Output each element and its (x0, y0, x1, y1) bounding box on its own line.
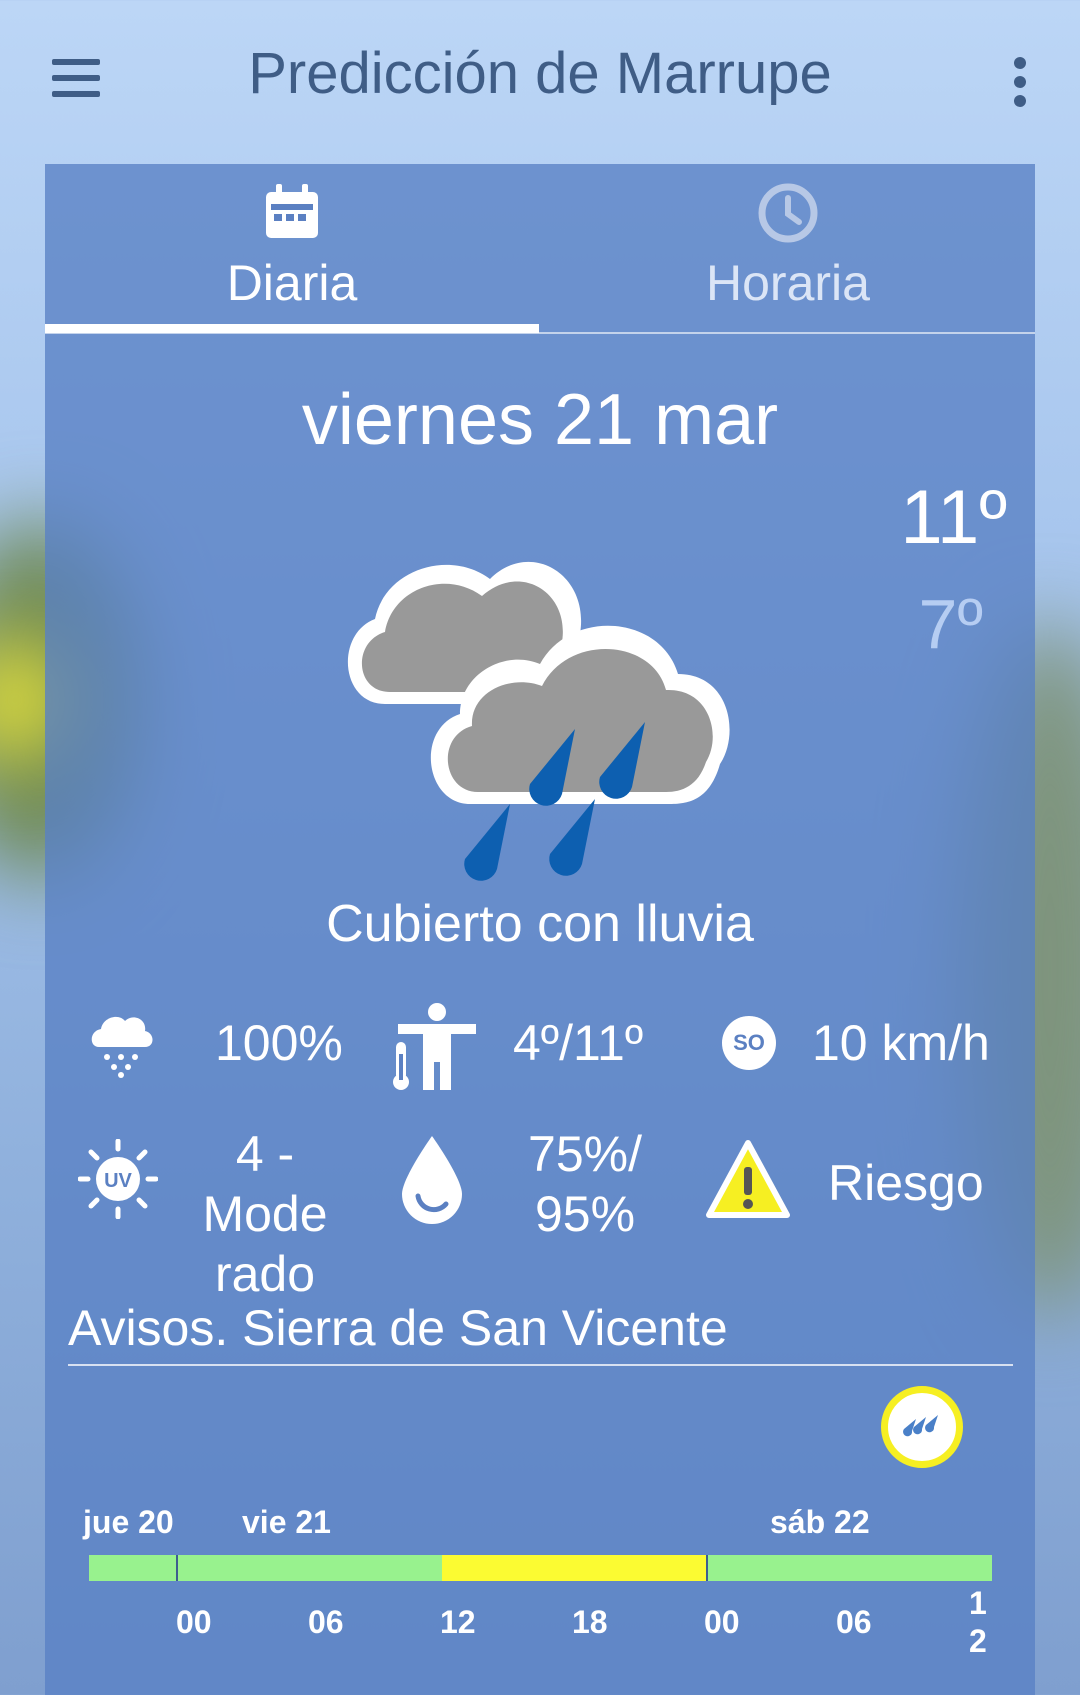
timeline-day-1: jue 20 (83, 1504, 174, 1540)
timeline-tick: 06 (308, 1604, 344, 1640)
rain-warning-badge[interactable] (881, 1386, 963, 1468)
tab-daily[interactable]: Diaria (45, 164, 539, 334)
uv-index-line2: rado (214, 1246, 316, 1302)
timeline-tick: 06 (836, 1604, 872, 1640)
forecast-card: Diaria Horaria viernes 21 mar 11º 7º Cub… (45, 164, 1035, 1695)
uv-index-line1: 4 - Mode (202, 1126, 328, 1242)
warnings-divider (68, 1364, 1013, 1366)
timeline-day-3: sáb 22 (770, 1504, 870, 1540)
wind-speed: 10 km/h (812, 1015, 990, 1071)
cloud-rain-icon (347, 561, 730, 881)
tab-daily-label: Diaria (226, 255, 358, 311)
wind-direction-icon: SO (722, 1016, 776, 1070)
timeline-tick-last-1: 1 (969, 1585, 987, 1621)
tab-hourly-label: Horaria (706, 255, 870, 311)
humidity-line1: 75%/ (528, 1126, 642, 1182)
more-options-icon[interactable] (1000, 55, 1040, 110)
humidity-icon (402, 1136, 462, 1224)
timeline-tick: 00 (176, 1604, 212, 1640)
tab-divider (45, 332, 1035, 334)
timeline-segment (89, 1555, 176, 1581)
timeline-tick-last-2: 2 (969, 1623, 987, 1659)
condition-text: Cubierto con lluvia (326, 895, 754, 953)
app-title: Predicción de Marrupe (248, 41, 832, 106)
tab-hourly[interactable]: Horaria (541, 164, 1035, 334)
feels-like-temp: 4º/11º (513, 1015, 644, 1071)
uv-index: 4 - Mode rado (170, 1124, 360, 1304)
timeline-segment-warning (442, 1555, 706, 1581)
warning-level: Riesgo (828, 1155, 984, 1211)
rain-probability: 100% (215, 1015, 343, 1071)
timeline-tick: 18 (572, 1604, 608, 1640)
uv-index-icon: UV (78, 1139, 158, 1219)
rain-probability-icon (91, 1016, 153, 1078)
timeline-tick: 12 (440, 1604, 476, 1640)
humidity-line2: 95% (534, 1186, 636, 1242)
app-bar: Predicción de Marrupe (0, 0, 1080, 160)
timeline-day-2: vie 21 (242, 1504, 331, 1540)
timeline-tick-last: 1 2 (969, 1584, 987, 1660)
warning-timeline (89, 1555, 992, 1581)
temp-max: 11º (900, 475, 1007, 560)
timeline-segment (708, 1555, 992, 1581)
calendar-icon (266, 184, 318, 238)
feels-like-icon (393, 1003, 476, 1090)
timeline-segment (178, 1555, 442, 1581)
clock-icon (758, 183, 818, 243)
svg-text:UV: UV (104, 1170, 132, 1192)
temp-min: 7º (918, 585, 984, 663)
timeline-tick: 00 (704, 1604, 740, 1640)
forecast-date: viernes 21 mar (301, 380, 779, 460)
warning-icon[interactable] (705, 1139, 791, 1221)
warnings-title: Avisos. Sierra de San Vicente (68, 1300, 728, 1356)
humidity: 75%/ 95% (490, 1124, 680, 1244)
wind-direction: SO (733, 1030, 765, 1055)
rain-drops-icon (903, 1415, 938, 1437)
